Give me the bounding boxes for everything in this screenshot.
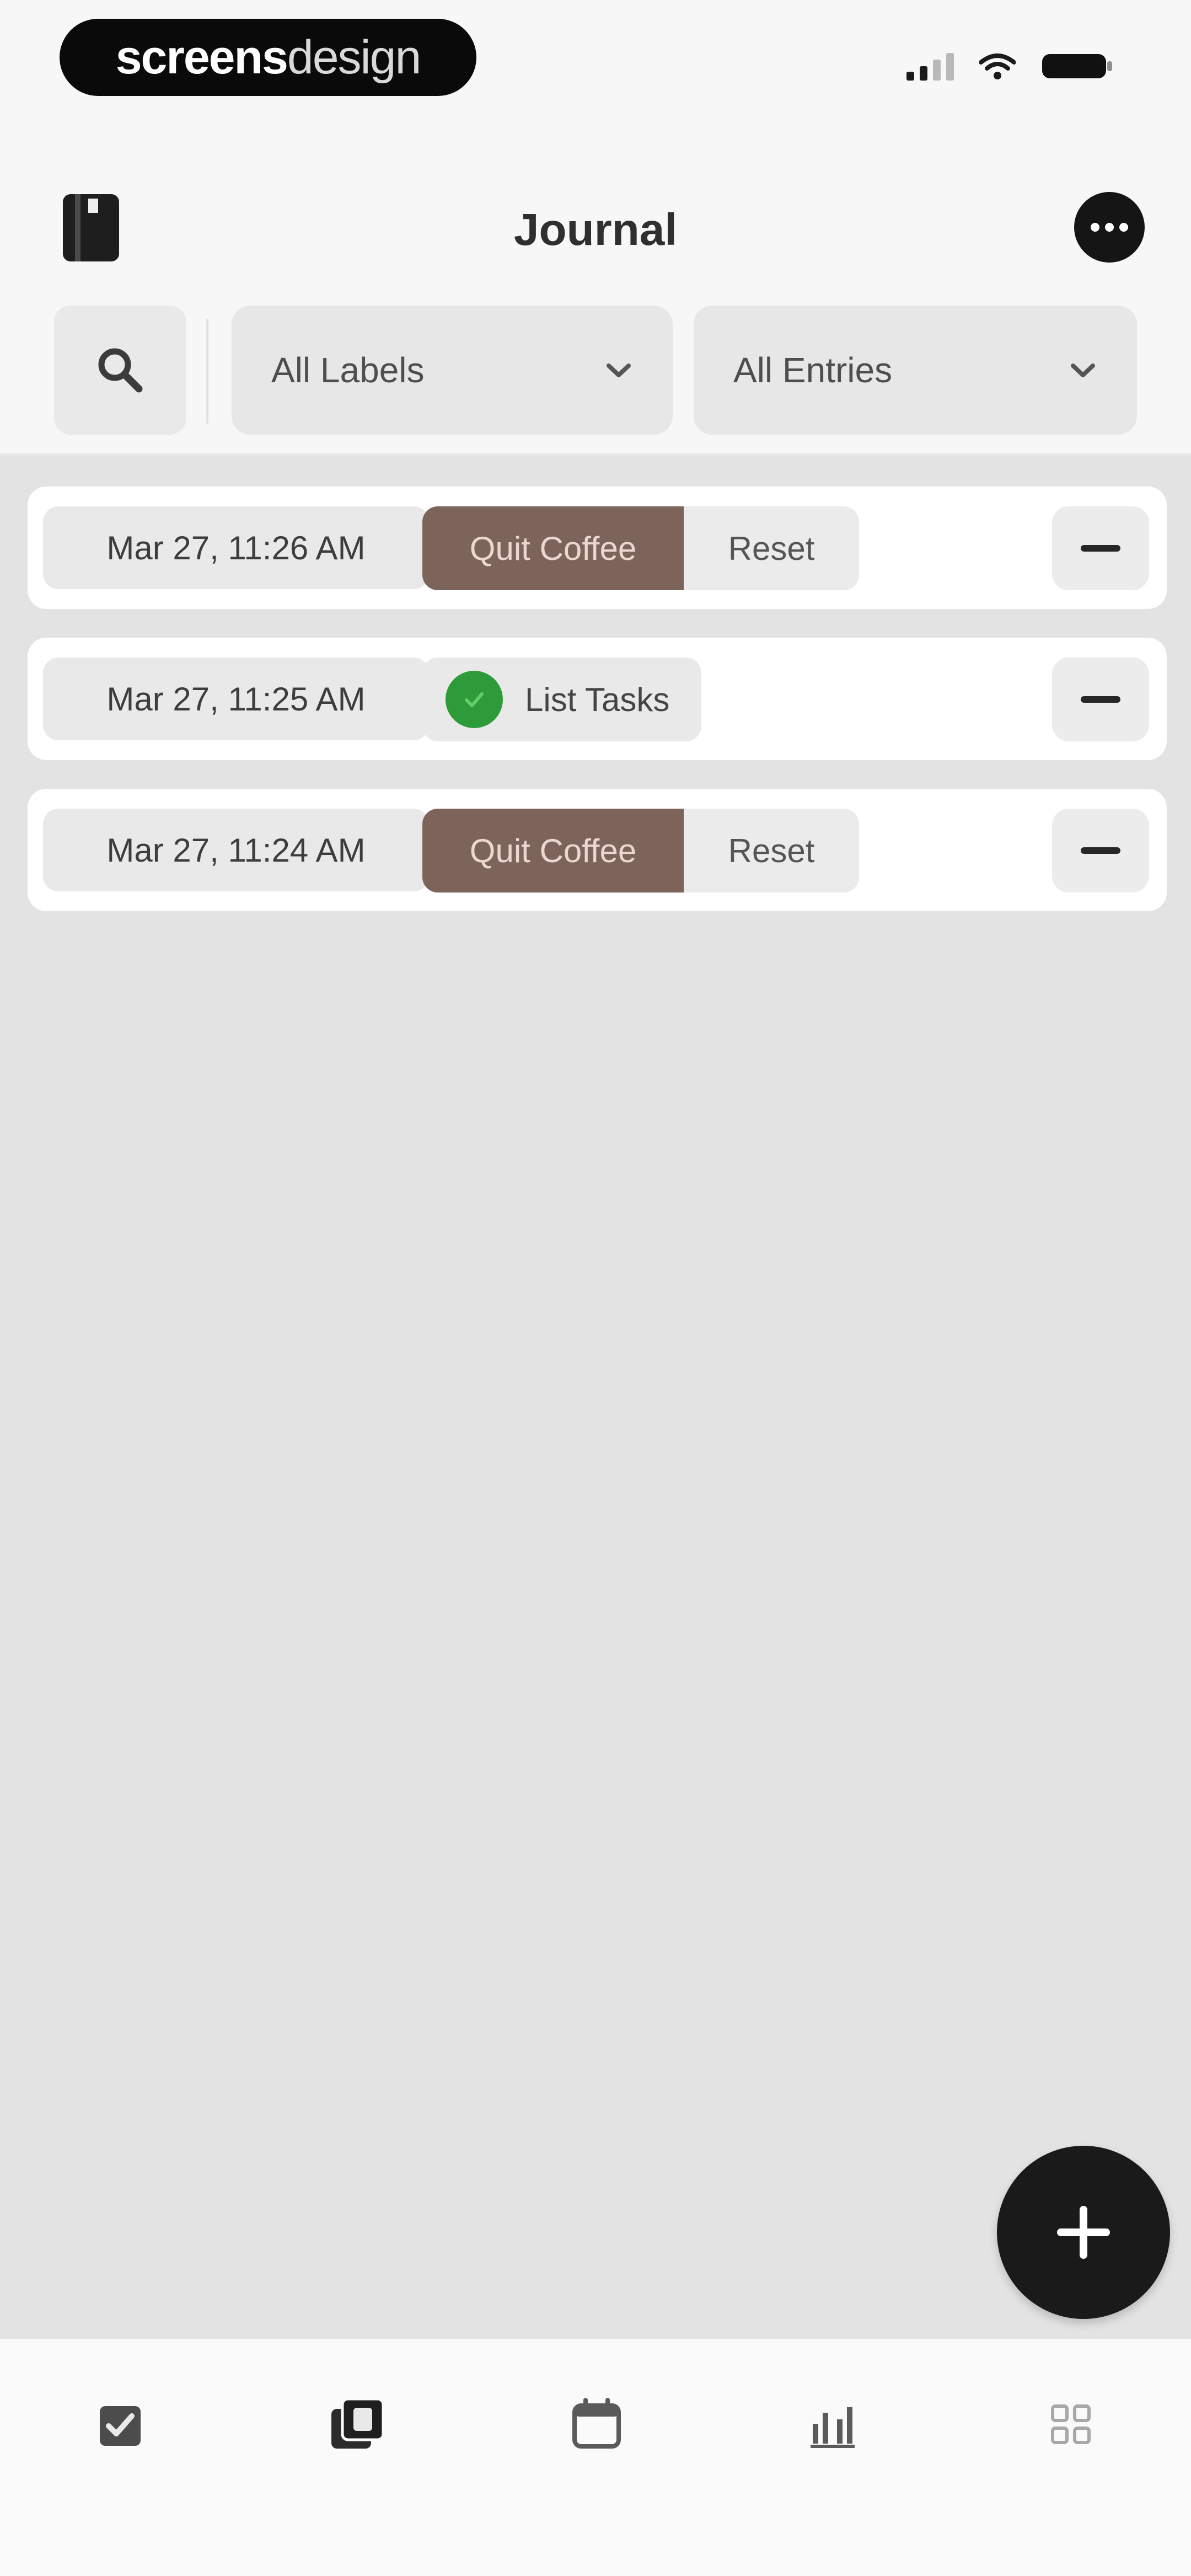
labels-dropdown-value: All Labels xyxy=(271,350,425,390)
entries-dropdown-value: All Entries xyxy=(733,350,893,390)
brand-secondary: design xyxy=(287,31,421,84)
entry-menu-button[interactable] xyxy=(1052,809,1149,892)
filter-divider xyxy=(206,319,208,424)
entries-list: Mar 27, 11:26 AM Quit Coffee Reset Mar 2… xyxy=(0,453,1191,2340)
status-icons xyxy=(906,51,1114,82)
tab-stats[interactable] xyxy=(794,2388,871,2460)
chevron-down-icon xyxy=(1069,361,1097,380)
more-dot-icon xyxy=(1091,223,1099,232)
list-item[interactable]: Mar 27, 11:24 AM Quit Coffee Reset xyxy=(28,789,1167,911)
minus-icon xyxy=(1081,545,1120,552)
minus-icon xyxy=(1081,847,1120,854)
entry-label-group: List Tasks xyxy=(422,658,702,741)
entries-dropdown[interactable]: All Entries xyxy=(694,306,1137,435)
brand-text: screensdesign xyxy=(115,31,422,84)
labels-dropdown[interactable]: All Labels xyxy=(232,306,673,435)
add-entry-button[interactable] xyxy=(997,2146,1170,2319)
more-dot-icon xyxy=(1119,223,1128,232)
page-title: Journal xyxy=(513,205,678,255)
entry-timestamp: Mar 27, 11:26 AM xyxy=(43,506,429,589)
task-label-chip[interactable]: List Tasks xyxy=(422,658,702,741)
journal-screen: screensdesign Journal All Labels All Ent… xyxy=(0,0,1191,2576)
cellular-signal-icon xyxy=(906,52,954,81)
entry-menu-button[interactable] xyxy=(1052,658,1149,741)
minus-icon xyxy=(1081,696,1120,703)
list-item[interactable]: Mar 27, 11:26 AM Quit Coffee Reset xyxy=(28,487,1167,609)
habit-label-chip[interactable]: Quit Coffee xyxy=(422,506,684,590)
filter-bar: All Labels All Entries xyxy=(0,303,1191,436)
chevron-down-icon xyxy=(604,361,633,380)
tab-bar xyxy=(0,2339,1191,2576)
tab-calendar[interactable] xyxy=(558,2388,635,2460)
tab-tasks[interactable] xyxy=(82,2388,159,2460)
entry-label-group: Quit Coffee Reset xyxy=(422,809,859,892)
entry-menu-button[interactable] xyxy=(1052,506,1149,590)
reset-button[interactable]: Reset xyxy=(684,809,859,892)
entry-timestamp: Mar 27, 11:24 AM xyxy=(43,809,429,891)
grid-icon xyxy=(1051,2404,1091,2444)
battery-icon xyxy=(1041,51,1114,82)
stats-icon xyxy=(811,2407,855,2448)
entry-label-group: Quit Coffee Reset xyxy=(422,506,859,590)
list-item[interactable]: Mar 27, 11:25 AM List Tasks xyxy=(28,638,1167,760)
checkmark-icon xyxy=(446,671,503,728)
checklist-icon xyxy=(100,2406,141,2446)
header: Journal xyxy=(0,165,1191,287)
journal-icon xyxy=(331,2397,385,2449)
more-options-button[interactable] xyxy=(1074,192,1145,263)
calendar-icon xyxy=(572,2398,621,2449)
task-label-text: List Tasks xyxy=(525,681,670,718)
more-dot-icon xyxy=(1105,223,1114,232)
status-bar: screensdesign xyxy=(0,0,1191,116)
search-button[interactable] xyxy=(54,306,186,435)
plus-icon xyxy=(1057,2206,1110,2259)
brand-main: screens xyxy=(115,31,288,84)
search-icon xyxy=(98,348,143,393)
reset-button[interactable]: Reset xyxy=(684,506,859,590)
brand-badge: screensdesign xyxy=(60,19,476,96)
tab-journal[interactable] xyxy=(319,2388,396,2460)
habit-label-chip[interactable]: Quit Coffee xyxy=(422,809,684,892)
wifi-icon xyxy=(979,52,1016,80)
tab-more[interactable] xyxy=(1032,2388,1109,2460)
entry-timestamp: Mar 27, 11:25 AM xyxy=(43,658,429,740)
